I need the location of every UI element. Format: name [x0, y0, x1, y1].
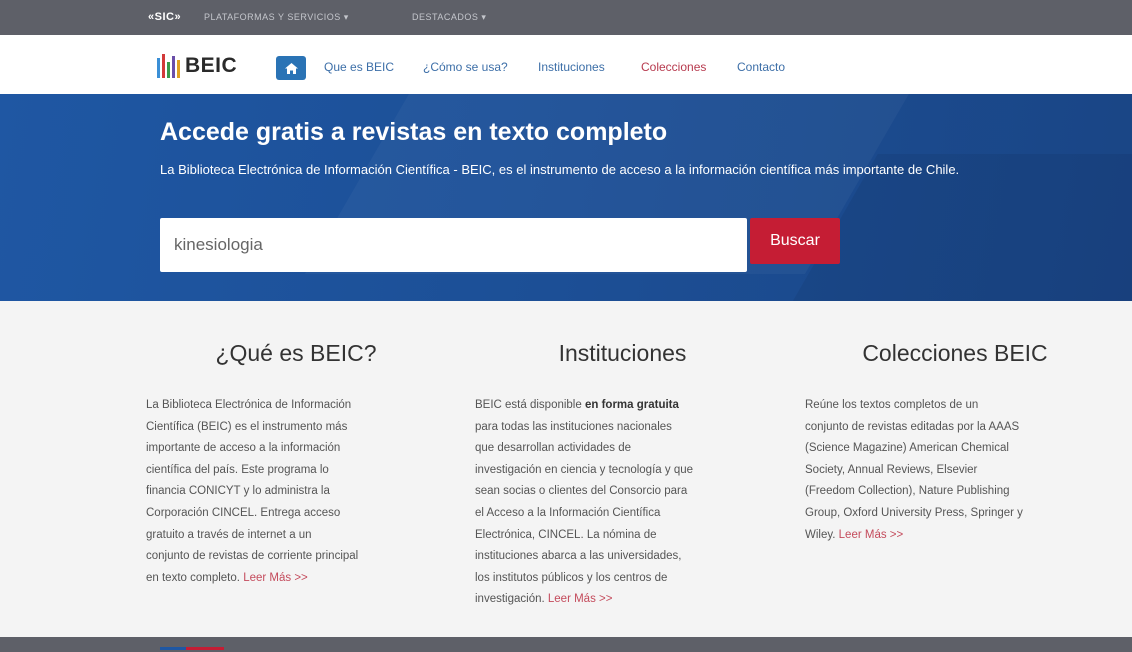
text-line: conjunto de revistas editadas por la AAA…	[805, 420, 1020, 433]
column-title: ¿Qué es BEIC?	[215, 340, 377, 366]
column-que-es-beic: ¿Qué es BEIC? La Biblioteca Electrónica …	[146, 340, 446, 584]
text-line: en texto completo. Leer Más >>	[146, 568, 358, 590]
column-instituciones: Instituciones BEIC está disponible en fo…	[475, 340, 770, 605]
read-more-link[interactable]: Leer Más >>	[548, 593, 613, 605]
text-line: La Biblioteca Electrónica de Información	[146, 399, 352, 411]
text-line: los institutos públicos y los centros de	[475, 571, 668, 584]
text-line: que desarrollan actividades de	[475, 442, 631, 455]
text-line: importante de acceso a la información	[146, 442, 341, 455]
text-line: Reúne los textos completos de un	[805, 399, 979, 411]
beic-logo[interactable]: BEIC	[157, 52, 237, 80]
logo-bars-icon	[157, 54, 180, 78]
menu-plataformas[interactable]: PLATAFORMAS Y SERVICIOS ▾	[204, 12, 349, 23]
text-line: el Acceso a la Información Científica	[475, 506, 661, 519]
sic-logo[interactable]: «SIC»	[148, 11, 181, 23]
text-line: científica del país. Este programa lo	[146, 463, 329, 476]
text-line: investigación. Leer Más >>	[475, 589, 693, 611]
footer-bar	[0, 637, 1132, 652]
hero-subtitle: La Biblioteca Electrónica de Información…	[160, 162, 960, 177]
text-line: Society, Annual Reviews, Elsevier	[805, 463, 978, 476]
text-line: financia CONICYT y lo administra la	[146, 485, 330, 498]
nav-link-colecciones[interactable]: Colecciones	[641, 60, 706, 74]
text-line-start: BEIC está disponible	[475, 399, 582, 411]
column-title: Instituciones	[558, 340, 687, 366]
text-line: (Freedom Collection), Nature Publishing	[805, 485, 1010, 498]
main-nav: BEIC Que es BEIC ¿Cómo se usa? Instituci…	[0, 35, 1132, 94]
text-line: Corporación CINCEL. Entrega acceso	[146, 506, 341, 519]
column-colecciones: Colecciones BEIC Reúne los textos comple…	[805, 340, 1105, 541]
text-line: sean socias o clientes del Consorcio par…	[475, 485, 688, 498]
hero-banner: Accede gratis a revistas en texto comple…	[0, 94, 1132, 301]
bold-text: en forma gratuita	[584, 399, 679, 411]
search-input[interactable]: kinesiologia	[160, 218, 747, 272]
text-line: gratuito a través de internet a un	[146, 528, 312, 541]
column-title: Colecciones BEIC	[862, 340, 1048, 366]
read-more-link[interactable]: Leer Más >>	[839, 529, 904, 541]
nav-link-como-se-usa[interactable]: ¿Cómo se usa?	[423, 60, 508, 74]
text-line: investigación en ciencia y tecnología y …	[475, 463, 694, 476]
text-line: instituciones abarca a las universidades…	[475, 550, 682, 563]
home-button[interactable]	[276, 56, 306, 80]
text-line-end: en texto completo.	[146, 571, 240, 584]
column-text: La Biblioteca Electrónica de Información…	[146, 395, 358, 589]
chile-flag-stripe	[160, 637, 224, 650]
nav-link-instituciones[interactable]: Instituciones	[538, 60, 605, 74]
text-line: Wiley. Leer Más >>	[805, 525, 1023, 547]
home-icon	[284, 62, 298, 74]
read-more-link[interactable]: Leer Más >>	[243, 572, 308, 584]
top-bar: «SIC» PLATAFORMAS Y SERVICIOS ▾ DESTACAD…	[0, 0, 1132, 35]
text-line: (Science Magazine) American Chemical	[805, 442, 1009, 455]
nav-link-contacto[interactable]: Contacto	[737, 60, 785, 74]
column-text: BEIC está disponible en forma gratuita p…	[475, 395, 693, 611]
text-line: conjunto de revistas de corriente princi…	[146, 550, 359, 563]
search-button[interactable]: Buscar	[750, 218, 840, 264]
column-text: Reúne los textos completos de un conjunt…	[805, 395, 1023, 546]
text-line: para todas las instituciones nacionales	[475, 420, 672, 433]
menu-destacados[interactable]: DESTACADOS ▾	[412, 12, 486, 23]
logo-text: BEIC	[185, 54, 238, 77]
nav-link-que-es-beic[interactable]: Que es BEIC	[324, 60, 394, 74]
text-line: Electrónica, CINCEL. La nómina de	[475, 528, 657, 541]
hero-title: Accede gratis a revistas en texto comple…	[160, 118, 668, 146]
text-line: BEIC está disponible en forma gratuita	[475, 395, 693, 417]
text-line: Científica (BEIC) es el instrumento más	[146, 420, 348, 433]
text-line-end: Wiley.	[805, 528, 836, 541]
text-line-end: investigación.	[475, 593, 545, 606]
text-line: Group, Oxford University Press, Springer…	[805, 506, 1023, 519]
